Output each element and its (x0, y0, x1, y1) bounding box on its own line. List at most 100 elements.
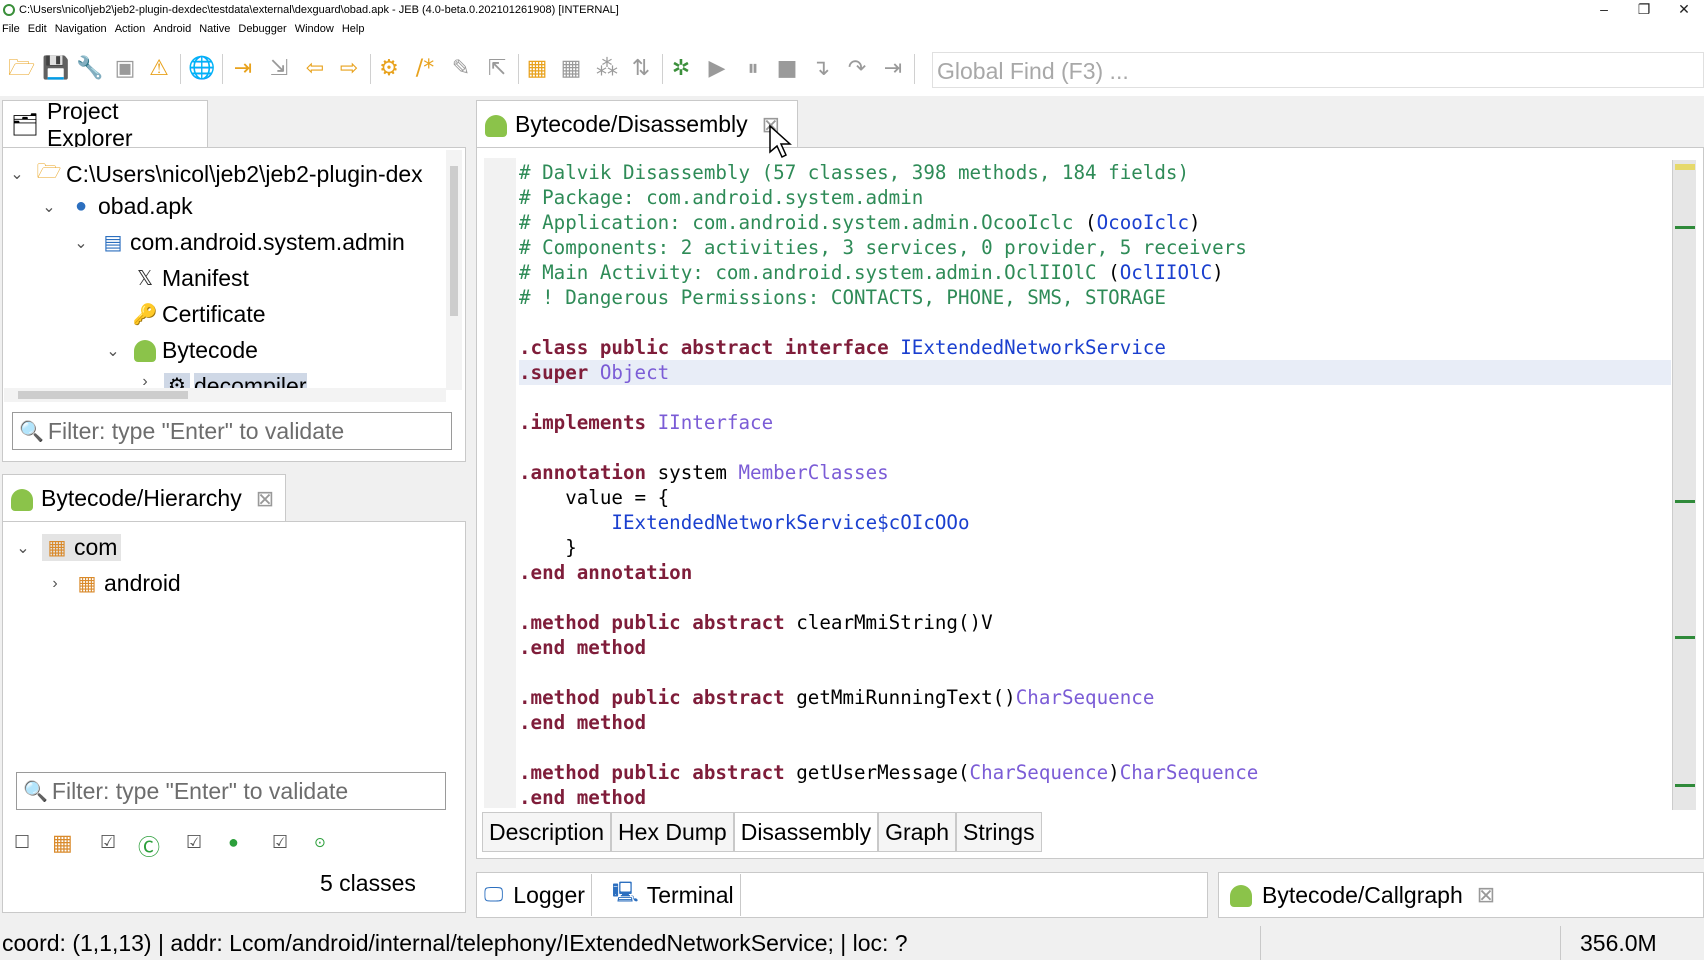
hierarchy-item-com[interactable]: ⌄ ▦ com (14, 534, 122, 561)
navigate-forward-icon[interactable]: ⇨ (336, 56, 362, 82)
tab-description[interactable]: Description (482, 812, 612, 852)
rename-icon[interactable]: ✎ (448, 56, 474, 82)
code-line[interactable]: .end method (519, 635, 1671, 660)
step-into-icon[interactable]: ↴ (808, 56, 834, 82)
chevron-right-icon[interactable]: › (136, 373, 154, 389)
menu-help[interactable]: Help (340, 20, 371, 40)
minimize-button[interactable]: – (1584, 0, 1624, 20)
close-window-button[interactable]: ✕ (1664, 0, 1704, 20)
properties-icon[interactable]: 🔧 (76, 56, 103, 82)
tree-item-decompiler[interactable]: › ⚙ decompiler (136, 373, 307, 389)
code-line[interactable]: .class public abstract interface IExtend… (519, 335, 1671, 360)
pause-icon[interactable]: ⏸ (740, 56, 766, 82)
menu-action[interactable]: Action (113, 20, 152, 40)
project-filter-input[interactable]: 🔍 Filter: type "Enter" to validate (12, 412, 452, 450)
tab-terminal[interactable]: 🖳 Terminal (606, 874, 741, 916)
global-find-input[interactable]: Global Find (F3) ... (932, 52, 1704, 88)
close-tab-icon[interactable]: ⊠ (256, 486, 274, 512)
sort-icon[interactable]: ⇅ (628, 56, 654, 82)
comment-icon[interactable]: /* (412, 56, 438, 82)
stop-icon[interactable]: ■ (774, 56, 800, 82)
code-line[interactable]: .method public abstract clearMmiString()… (519, 610, 1671, 635)
debug-icon[interactable]: ✲ (668, 56, 694, 82)
tab-bytecode-disassembly[interactable]: Bytecode/Disassembly ⊠ (476, 100, 798, 148)
code-line[interactable] (519, 385, 1671, 410)
vertical-scrollbar[interactable] (446, 150, 462, 390)
overview-ruler[interactable] (1672, 160, 1696, 810)
chevron-down-icon[interactable]: ⌄ (8, 164, 26, 184)
menu-edit[interactable]: Edit (26, 20, 53, 40)
code-line[interactable] (519, 310, 1671, 335)
tree-item-bytecode[interactable]: ⌄ Bytecode (104, 337, 258, 364)
chevron-down-icon[interactable]: ⌄ (104, 341, 122, 361)
checkbox-fields[interactable]: ☑ (272, 832, 288, 853)
code-line[interactable]: # Package: com.android.system.admin (519, 185, 1671, 210)
code-line[interactable]: .method public abstract getUserMessage(C… (519, 760, 1671, 785)
chevron-right-icon[interactable]: › (46, 575, 64, 593)
code-line[interactable] (519, 585, 1671, 610)
tab-logger[interactable]: 🖵 Logger (478, 874, 592, 916)
chevron-down-icon[interactable]: ⌄ (72, 233, 90, 253)
code-line[interactable]: # Components: 2 activities, 3 services, … (519, 235, 1671, 260)
code-line[interactable]: # ! Dangerous Permissions: CONTACTS, PHO… (519, 285, 1671, 310)
code-line[interactable] (519, 435, 1671, 460)
run-icon[interactable]: ▶ (704, 56, 730, 82)
code-line[interactable]: .annotation system MemberClasses (519, 460, 1671, 485)
open-folder-icon[interactable]: 🗁 (8, 56, 35, 82)
chevron-down-icon[interactable]: ⌄ (14, 538, 32, 558)
code-line[interactable]: .end method (519, 785, 1671, 810)
checkbox-methods[interactable]: ☑ (186, 832, 202, 853)
close-project-icon[interactable]: ▣ (112, 56, 138, 82)
tree-item-apk[interactable]: ⌄ ● obad.apk (40, 193, 192, 220)
chevron-down-icon[interactable]: ⌄ (40, 197, 58, 217)
tab-bytecode-hierarchy[interactable]: Bytecode/Hierarchy ⊠ (2, 474, 286, 522)
tab-graph[interactable]: Graph (878, 812, 957, 852)
menu-debugger[interactable]: Debugger (236, 20, 292, 40)
code-line[interactable]: .end annotation (519, 560, 1671, 585)
checkbox-classes[interactable]: ☑ (100, 832, 116, 853)
menu-window[interactable]: Window (293, 20, 340, 40)
code-line[interactable]: # Application: com.android.system.admin.… (519, 210, 1671, 235)
save-icon[interactable]: 💾 (42, 56, 69, 82)
checkbox-packages[interactable]: ☐ (14, 832, 30, 853)
code-line[interactable]: value = { (519, 485, 1671, 510)
code-line[interactable]: .method public abstract getMmiRunningTex… (519, 685, 1671, 710)
code-line[interactable]: .end method (519, 710, 1671, 735)
tab-bytecode-callgraph[interactable]: Bytecode/Callgraph ⊠ (1222, 874, 1504, 916)
package-icon[interactable]: ▦ (524, 56, 550, 82)
menu-native[interactable]: Native (197, 20, 236, 40)
hierarchy-filter-input[interactable]: 🔍 Filter: type "Enter" to validate (16, 772, 446, 810)
tab-disassembly[interactable]: Disassembly (733, 812, 879, 852)
follow-icon[interactable]: ⇲ (266, 56, 292, 82)
code-line[interactable]: # Main Activity: com.android.system.admi… (519, 260, 1671, 285)
create-package-icon[interactable]: ▦ (558, 56, 584, 82)
code-line[interactable]: .super Object (519, 360, 1671, 385)
jump-to-icon[interactable]: ⇥ (230, 56, 256, 82)
menu-navigation[interactable]: Navigation (53, 20, 113, 40)
tree-item-certificate[interactable]: 🔑 Certificate (104, 301, 266, 328)
decompile-icon[interactable]: ⚙ (376, 56, 402, 82)
maximize-button[interactable]: ❐ (1624, 0, 1664, 20)
export-icon[interactable]: ⇱ (484, 56, 510, 82)
code-line[interactable]: # Dalvik Disassembly (57 classes, 398 me… (519, 160, 1671, 185)
step-over-icon[interactable]: ↷ (844, 56, 870, 82)
tree-item-project-root[interactable]: ⌄ 🗁 C:\Users\nicol\jeb2\jeb2-plugin-dex (8, 157, 422, 191)
code-line[interactable] (519, 660, 1671, 685)
code-line[interactable]: IExtendedNetworkService$cOIcOOo (519, 510, 1671, 535)
warning-icon[interactable]: ⚠ (146, 56, 172, 82)
hierarchy-item-android[interactable]: › ▦ android (46, 570, 180, 597)
tree-item-package[interactable]: ⌄ ▤ com.android.system.admin (72, 229, 405, 256)
step-out-icon[interactable]: ⇥ (880, 56, 906, 82)
menu-android[interactable]: Android (151, 20, 197, 40)
tree-item-manifest[interactable]: 𝕏 Manifest (104, 265, 249, 292)
graph-icon[interactable]: ⁂ (594, 56, 620, 82)
tab-strings[interactable]: Strings (956, 812, 1042, 852)
tab-project-explorer[interactable]: 🗂 Project Explorer (2, 98, 208, 151)
horizontal-scrollbar[interactable] (4, 388, 446, 402)
disassembly-code[interactable]: # Dalvik Disassembly (57 classes, 398 me… (519, 160, 1671, 810)
close-tab-icon[interactable]: ⊠ (1477, 882, 1495, 908)
tab-hex-dump[interactable]: Hex Dump (611, 812, 734, 852)
globe-icon[interactable]: 🌐 (188, 56, 215, 82)
navigate-back-icon[interactable]: ⇦ (302, 56, 328, 82)
menu-file[interactable]: File (0, 20, 26, 40)
